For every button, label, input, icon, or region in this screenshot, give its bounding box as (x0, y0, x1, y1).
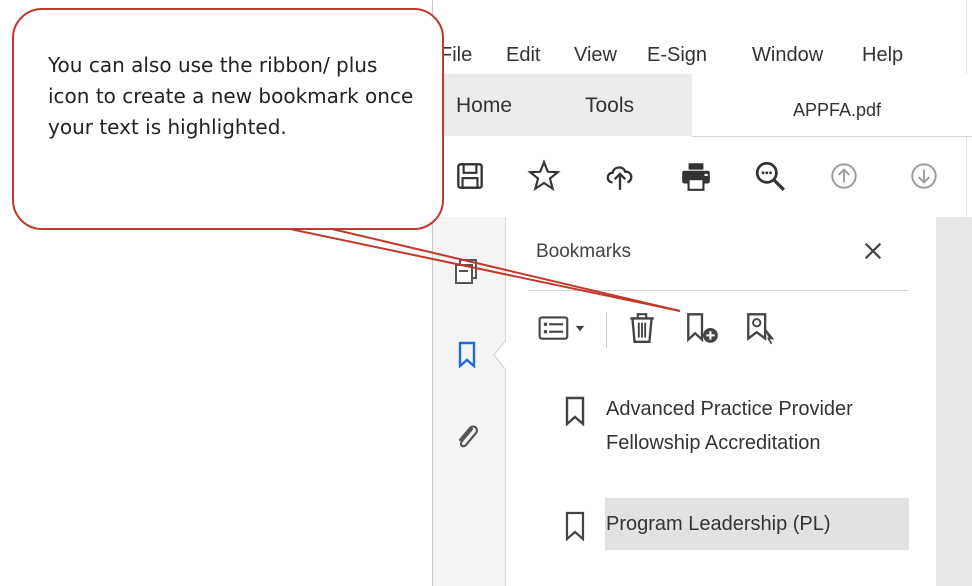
panel-divider (528, 290, 908, 291)
bookmark-item-selected[interactable]: Program Leadership (PL) (556, 507, 906, 547)
menu-edit[interactable]: Edit (506, 44, 540, 67)
menu-file[interactable]: File (440, 44, 472, 67)
menu-bar: File Edit View E-Sign Window Help (432, 38, 972, 74)
bookmark-item-icon (565, 396, 585, 426)
tab-home[interactable]: Home (456, 94, 512, 118)
delete-bookmark-icon[interactable] (622, 308, 662, 348)
active-panel-notch (493, 340, 507, 370)
menu-view[interactable]: View (574, 44, 617, 67)
bookmark-item-label: Program Leadership (PL) (606, 513, 831, 535)
menu-window[interactable]: Window (752, 44, 823, 67)
bookmark-item-label: Advanced Practice Provider Fellowship Ac… (606, 398, 853, 454)
next-page-icon[interactable] (906, 158, 942, 194)
callout-text: You can also use the ribbon/ plus icon t… (48, 53, 414, 139)
bookmark-options-menu[interactable] (530, 308, 596, 348)
zoom-icon[interactable] (752, 158, 788, 194)
find-bookmark-icon[interactable] (740, 308, 784, 348)
save-icon[interactable] (452, 158, 488, 194)
bookmark-item[interactable]: Advanced Practice Provider Fellowship Ac… (556, 392, 906, 492)
menu-esign[interactable]: E-Sign (647, 44, 707, 67)
menu-help[interactable]: Help (862, 44, 903, 67)
previous-page-icon[interactable] (826, 158, 862, 194)
tab-document-label: APPFA.pdf (793, 100, 882, 120)
bookmark-item-icon (565, 511, 585, 541)
document-view-edge (936, 217, 972, 586)
cloud-upload-icon[interactable] (602, 158, 638, 194)
attachment-icon[interactable] (449, 418, 485, 454)
bookmarks-panel-title: Bookmarks (536, 241, 632, 262)
close-icon[interactable] (858, 236, 888, 266)
new-bookmark-icon[interactable] (680, 308, 724, 348)
bookmark-icon[interactable] (449, 336, 485, 372)
tab-tools[interactable]: Tools (585, 94, 634, 118)
toolbar-separator (606, 312, 607, 348)
star-icon[interactable] (526, 158, 562, 194)
page-thumbnails-icon[interactable] (449, 254, 485, 290)
print-icon[interactable] (678, 158, 714, 194)
